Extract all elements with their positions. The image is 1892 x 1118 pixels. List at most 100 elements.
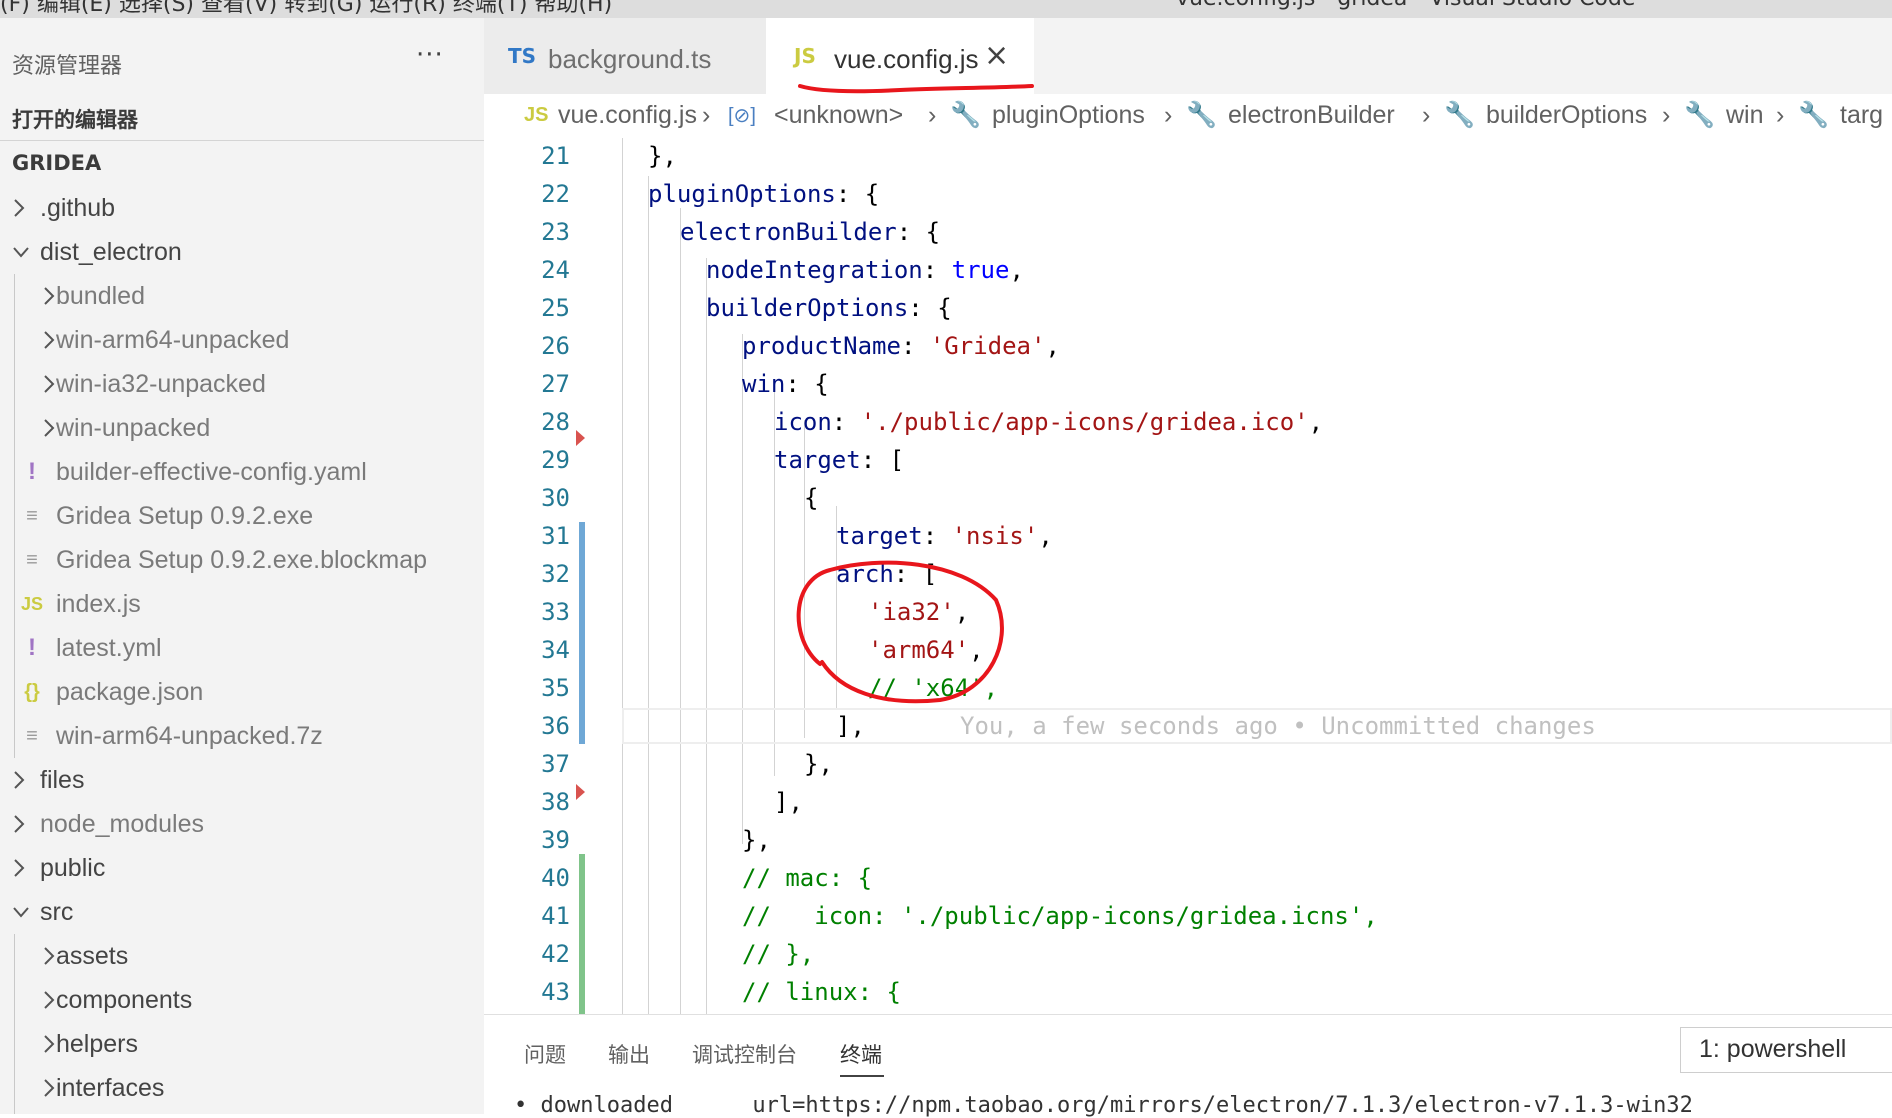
line-number: 23 bbox=[541, 218, 570, 246]
tree-item[interactable]: .github bbox=[0, 186, 484, 230]
tree-item-label: dist_electron bbox=[40, 238, 182, 266]
tree-item[interactable]: helpers bbox=[0, 1022, 484, 1066]
deleted-lines-marker[interactable] bbox=[576, 784, 585, 800]
tree-item[interactable]: JS index.js bbox=[0, 582, 484, 626]
breadcrumb-file[interactable]: vue.config.js bbox=[558, 101, 697, 130]
tab-problems[interactable]: 问题 bbox=[524, 1039, 566, 1069]
tree-item[interactable]: interfaces bbox=[0, 1066, 484, 1110]
chevron-right-icon[interactable] bbox=[12, 186, 32, 230]
code-line: win: { bbox=[742, 370, 829, 398]
tree-item[interactable]: win-arm64-unpacked bbox=[0, 318, 484, 362]
tab-output[interactable]: 输出 bbox=[608, 1039, 650, 1069]
js-file-icon: JS bbox=[794, 44, 816, 68]
code-line: ], bbox=[836, 712, 865, 740]
tree-indent-guide bbox=[14, 274, 15, 758]
line-number: 24 bbox=[541, 256, 570, 284]
tree-item[interactable]: components bbox=[0, 978, 484, 1022]
tree-item[interactable]: bundled bbox=[0, 274, 484, 318]
tree-item[interactable]: ! builder-effective-config.yaml bbox=[0, 450, 484, 494]
tree-item[interactable]: ≡ Gridea Setup 0.9.2.exe bbox=[0, 494, 484, 538]
more-actions-icon[interactable]: ··· bbox=[416, 40, 444, 70]
tab-label: vue.config.js bbox=[834, 44, 979, 74]
chevron-down-icon[interactable] bbox=[12, 890, 32, 934]
line-number: 21 bbox=[541, 142, 570, 170]
tree-item-label: win-unpacked bbox=[56, 414, 211, 442]
ts-file-icon: TS bbox=[508, 44, 537, 68]
tree-item[interactable]: assets bbox=[0, 934, 484, 978]
code-line: { bbox=[804, 484, 819, 512]
terminal-select[interactable]: 1: powershell bbox=[1680, 1027, 1892, 1073]
tree-item[interactable]: files bbox=[0, 758, 484, 802]
line-number: 26 bbox=[541, 332, 570, 360]
tree-indent-guide bbox=[14, 934, 15, 1114]
chevron-right-icon[interactable] bbox=[12, 802, 32, 846]
code-line: }, bbox=[648, 142, 677, 170]
chevron-right-icon: › bbox=[1164, 101, 1173, 129]
tree-item[interactable]: win-ia32-unpacked bbox=[0, 362, 484, 406]
workspace-root[interactable]: GRIDEA bbox=[12, 151, 101, 175]
chevron-down-icon[interactable] bbox=[12, 230, 32, 274]
tree-item[interactable]: {} package.json bbox=[0, 670, 484, 714]
section-divider bbox=[0, 140, 484, 141]
tab-debug-console[interactable]: 调试控制台 bbox=[692, 1039, 797, 1069]
tree-item[interactable]: src bbox=[0, 890, 484, 934]
tab-vue-config-js[interactable]: JS vue.config.js × bbox=[766, 18, 1034, 94]
tree-item-label: win-ia32-unpacked bbox=[56, 370, 266, 398]
tree-item[interactable]: ! latest.yml bbox=[0, 626, 484, 670]
tree-item-label: win-arm64-unpacked.7z bbox=[56, 722, 323, 750]
tree-item-label: interfaces bbox=[56, 1074, 165, 1102]
tree-item[interactable]: node_modules bbox=[0, 802, 484, 846]
line-number: 29 bbox=[541, 446, 570, 474]
added-lines-marker[interactable] bbox=[579, 854, 585, 1014]
code-line: // icon: './public/app-icons/gridea.icns… bbox=[742, 902, 1378, 930]
indent-guide bbox=[648, 176, 649, 1014]
menu-items[interactable]: (F) 编辑(E) 选择(S) 查看(V) 转到(G) 运行(R) 终端(T) … bbox=[0, 0, 612, 18]
tree-item[interactable]: public bbox=[0, 846, 484, 890]
open-editors-section[interactable]: 打开的编辑器 bbox=[12, 104, 138, 134]
tab-background-ts[interactable]: TS background.ts bbox=[484, 18, 766, 94]
close-icon[interactable]: × bbox=[984, 38, 1009, 73]
tree-item-label: latest.yml bbox=[56, 634, 162, 662]
menu-bar: (F) 编辑(E) 选择(S) 查看(V) 转到(G) 运行(R) 终端(T) … bbox=[0, 0, 1892, 18]
breadcrumb-item[interactable]: pluginOptions bbox=[992, 101, 1145, 130]
breadcrumb-item[interactable]: electronBuilder bbox=[1228, 101, 1395, 130]
breadcrumb: JS vue.config.js › [⊘] <unknown> › 🔧 plu… bbox=[484, 94, 1892, 138]
indent-guide bbox=[680, 208, 681, 1014]
yaml-file-icon: ! bbox=[28, 458, 36, 485]
modified-lines-marker[interactable] bbox=[579, 522, 585, 744]
code-line: 'ia32', bbox=[868, 598, 970, 626]
tree-item-label: builder-effective-config.yaml bbox=[56, 458, 367, 486]
breadcrumb-item[interactable]: <unknown> bbox=[774, 101, 903, 130]
tree-item[interactable]: dist_electron bbox=[0, 230, 484, 274]
tree-item[interactable]: win-unpacked bbox=[0, 406, 484, 450]
tree-item[interactable]: ≡ win-arm64-unpacked.7z bbox=[0, 714, 484, 758]
file-icon: ≡ bbox=[26, 548, 38, 571]
code-line: // }, bbox=[742, 940, 815, 968]
breadcrumb-item[interactable]: targ bbox=[1840, 101, 1883, 130]
line-number: 25 bbox=[541, 294, 570, 322]
chevron-right-icon: › bbox=[1662, 101, 1671, 129]
breadcrumb-item[interactable]: win bbox=[1726, 101, 1764, 130]
explorer-header: 资源管理器 bbox=[12, 54, 123, 79]
code-line: // linux: { bbox=[742, 978, 901, 1006]
tab-bar: TS background.ts JS vue.config.js × bbox=[484, 18, 1892, 94]
deleted-lines-marker[interactable] bbox=[576, 430, 585, 446]
tree-item-label: Gridea Setup 0.9.2.exe bbox=[56, 502, 314, 530]
line-number: 36 bbox=[541, 712, 570, 740]
terminal-select-value: 1: powershell bbox=[1699, 1035, 1847, 1063]
line-number: 43 bbox=[541, 978, 570, 1006]
file-icon: ≡ bbox=[26, 724, 38, 747]
tree-item-label: win-arm64-unpacked bbox=[56, 326, 290, 354]
chevron-right-icon[interactable] bbox=[12, 846, 32, 890]
explorer-sidebar: 资源管理器 ··· 打开的编辑器 GRIDEA .github dist_elec… bbox=[0, 18, 484, 1114]
tree-item-label: bundled bbox=[56, 282, 145, 310]
line-number: 34 bbox=[541, 636, 570, 664]
tree-item[interactable]: ≡ Gridea Setup 0.9.2.exe.blockmap bbox=[0, 538, 484, 582]
tree-item-label: node_modules bbox=[40, 810, 205, 838]
chevron-right-icon[interactable] bbox=[12, 758, 32, 802]
breadcrumb-item[interactable]: builderOptions bbox=[1486, 101, 1647, 130]
line-number: 30 bbox=[541, 484, 570, 512]
tab-terminal[interactable]: 终端 bbox=[840, 1039, 882, 1069]
window-title: vue.config.js - gridea - Visual Studio C… bbox=[1176, 0, 1635, 11]
code-editor[interactable]: 21 22 23 24 25 26 27 28 29 30 31 32 33 34 35 36 37 38 39 40… bbox=[484, 138, 1892, 1014]
